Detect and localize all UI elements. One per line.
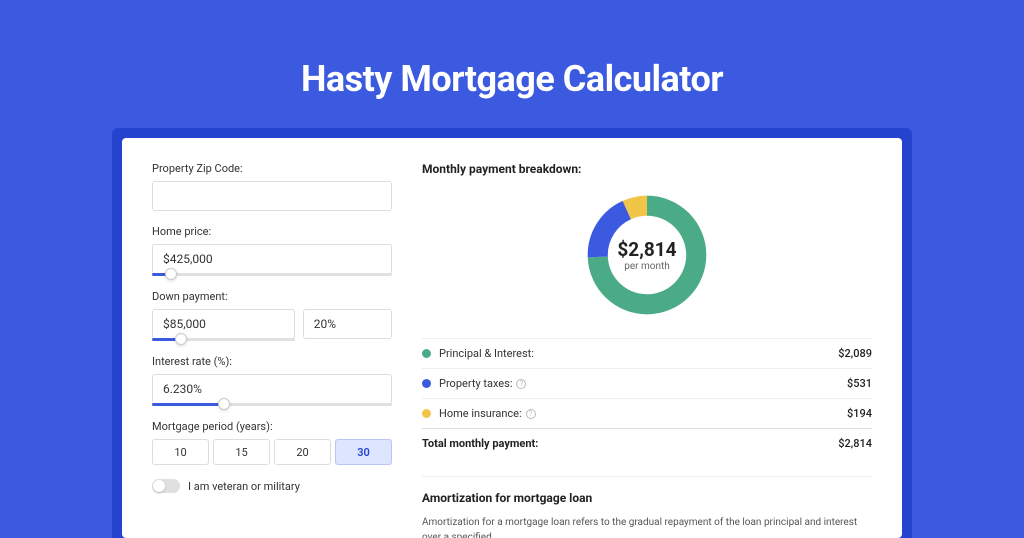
legend-label: Home insurance:? [439,407,847,420]
legend-total-row: Total monthly payment: $2,814 [422,428,872,458]
amortization-title: Amortization for mortgage loan [422,491,872,505]
period-option-15[interactable]: 15 [213,439,270,465]
veteran-toggle[interactable] [152,479,180,493]
period-option-20[interactable]: 20 [274,439,331,465]
donut-chart-wrap: $2,814 per month [422,190,872,320]
veteran-row: I am veteran or military [152,479,392,493]
info-icon[interactable]: ? [516,379,526,389]
page-root: Hasty Mortgage Calculator Property Zip C… [0,0,1024,512]
legend-label: Property taxes:? [439,377,847,390]
home-price-label: Home price: [152,225,392,238]
legend-total-label: Total monthly payment: [422,437,838,450]
page-title: Hasty Mortgage Calculator [301,58,723,100]
period-option-30[interactable]: 30 [335,439,392,465]
zip-field: Property Zip Code: [152,162,392,211]
period-options: 10152030 [152,439,392,465]
breakdown-title: Monthly payment breakdown: [422,162,872,176]
veteran-label: I am veteran or military [188,480,300,493]
down-payment-field: Down payment: [152,290,392,341]
down-payment-pct-input[interactable] [303,309,392,339]
interest-field: Interest rate (%): [152,355,392,406]
donut-amount: $2,814 [617,238,676,261]
home-price-field: Home price: [152,225,392,276]
slider-thumb[interactable] [218,398,230,410]
zip-label: Property Zip Code: [152,162,392,175]
home-price-slider[interactable] [152,273,392,276]
interest-label: Interest rate (%): [152,355,392,368]
donut-chart: $2,814 per month [582,190,712,320]
down-payment-amount-input[interactable] [152,309,295,339]
zip-input[interactable] [152,181,392,211]
card-shadow: Property Zip Code: Home price: Down paym… [112,128,912,538]
slider-thumb[interactable] [165,268,177,280]
toggle-knob [153,480,165,492]
amortization-section: Amortization for mortgage loan Amortizat… [422,476,872,538]
home-price-input[interactable] [152,244,392,274]
breakdown-panel: Monthly payment breakdown: $2,814 per mo… [422,162,872,538]
down-payment-slider[interactable] [152,338,295,341]
period-option-10[interactable]: 10 [152,439,209,465]
legend-dot [422,349,431,358]
donut-sublabel: per month [624,261,670,272]
form-panel: Property Zip Code: Home price: Down paym… [152,162,392,538]
down-payment-label: Down payment: [152,290,392,303]
interest-input[interactable] [152,374,392,404]
interest-slider[interactable] [152,403,392,406]
slider-thumb[interactable] [175,333,187,345]
period-field: Mortgage period (years): 10152030 [152,420,392,465]
period-label: Mortgage period (years): [152,420,392,433]
legend-row: Principal & Interest:$2,089 [422,338,872,368]
info-icon[interactable]: ? [526,409,536,419]
legend-list: Principal & Interest:$2,089Property taxe… [422,338,872,428]
legend-row: Home insurance:?$194 [422,398,872,428]
amortization-text: Amortization for a mortgage loan refers … [422,515,872,538]
legend-dot [422,379,431,388]
legend-row: Property taxes:?$531 [422,368,872,398]
legend-value: $194 [847,407,872,420]
legend-value: $531 [847,377,872,390]
legend-value: $2,089 [838,347,872,360]
calculator-card: Property Zip Code: Home price: Down paym… [122,138,902,538]
legend-total-value: $2,814 [838,437,872,450]
legend-label: Principal & Interest: [439,347,838,360]
legend-dot [422,409,431,418]
donut-center: $2,814 per month [582,190,712,320]
